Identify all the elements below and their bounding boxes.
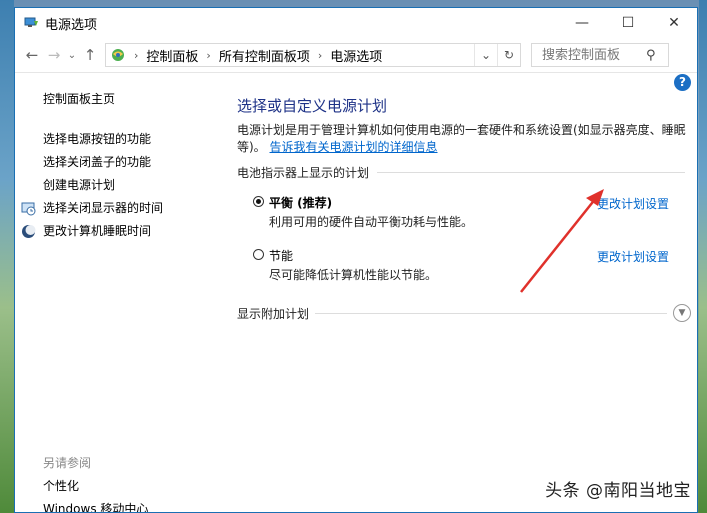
change-plan-settings-saver-link[interactable]: 更改计划设置 [597, 248, 669, 265]
additional-plans-label: 显示附加计划 [237, 306, 310, 321]
radio-balanced[interactable] [253, 196, 264, 207]
breadcrumb-control-panel[interactable]: 控制面板 [146, 46, 198, 65]
close-button[interactable]: ✕ [651, 8, 697, 38]
control-panel-home-link[interactable]: 控制面板主页 [43, 90, 115, 107]
sidebar-item-display-off[interactable]: 选择关闭显示器的时间 [21, 197, 164, 220]
main-content: 选择或自定义电源计划 电源计划是用于管理计算机如何使用电源的一套硬件和系统设置(… [237, 72, 697, 512]
group-header-label: 电池指示器上显示的计划 [237, 166, 370, 180]
power-options-window: 电源选项 — ☐ ✕ ← → ⌄ ↑ › 控制面板 › 所有控制面板项 › 电源… [14, 7, 698, 513]
sidebar-item-power-button[interactable]: 选择电源按钮的功能 [43, 128, 163, 151]
left-navigation-pane: 控制面板主页 选择电源按钮的功能 选择关闭盖子的功能 创建电源计划 选择关闭显示… [15, 72, 220, 512]
maximize-button[interactable]: ☐ [605, 8, 651, 38]
breadcrumb-separator-icon: › [206, 48, 211, 62]
moon-icon [21, 224, 36, 239]
divider [315, 312, 667, 314]
see-also-heading: 另请参阅 [43, 456, 92, 470]
plan-description: 利用可用的硬件自动平衡功耗与性能。 [269, 215, 474, 229]
page-description: 电源计划是用于管理计算机如何使用电源的一套硬件和系统设置(如显示器亮度、睡眠等)… [237, 122, 689, 156]
navigation-bar: ← → ⌄ ↑ › 控制面板 › 所有控制面板项 › 电源选项 ⌄ ↻ 搜索控制… [15, 38, 697, 73]
address-dropdown-icon[interactable]: ⌄ [474, 44, 497, 66]
desktop-background-right [699, 0, 707, 513]
power-options-icon [23, 15, 39, 31]
mobility-center-link[interactable]: Windows 移动中心 [43, 500, 148, 512]
title-bar: 电源选项 — ☐ ✕ [15, 8, 697, 38]
sidebar-item-create-plan[interactable]: 创建电源计划 [43, 174, 163, 197]
minimize-button[interactable]: — [559, 8, 605, 38]
plan-name[interactable]: 节能 [269, 247, 293, 264]
show-additional-plans[interactable]: 显示附加计划 ▼ [237, 304, 691, 322]
monitor-clock-icon [21, 201, 36, 216]
divider [377, 172, 685, 173]
sidebar-item-lid-close[interactable]: 选择关闭盖子的功能 [43, 151, 163, 174]
breadcrumb-power-options[interactable]: 电源选项 [330, 46, 382, 65]
refresh-icon[interactable]: ↻ [497, 44, 520, 66]
window-title: 电源选项 [45, 17, 98, 33]
sidebar-item-sleep-time[interactable]: 更改计算机睡眠时间 [22, 220, 163, 243]
search-icon[interactable]: ⚲ [646, 48, 656, 63]
recent-locations-chevron-icon[interactable]: ⌄ [65, 50, 79, 61]
breadcrumb-all-items[interactable]: 所有控制面板项 [219, 46, 310, 65]
personalization-link[interactable]: 个性化 [43, 477, 79, 494]
desktop-background-left [0, 0, 14, 513]
breadcrumb-separator-icon: › [317, 48, 323, 62]
sidebar-item-label: 选择关闭显示器的时间 [43, 201, 164, 215]
expand-chevron-icon[interactable]: ▼ [673, 304, 691, 322]
up-arrow-icon[interactable]: ↑ [79, 46, 101, 64]
search-input[interactable] [540, 46, 644, 64]
radio-power-saver[interactable] [253, 249, 264, 260]
watermark: 头条 @南阳当地宝 [545, 481, 691, 501]
sidebar-item-label: 更改计算机睡眠时间 [43, 224, 152, 238]
control-panel-icon [110, 47, 126, 63]
plan-name[interactable]: 平衡 (推荐) [269, 194, 332, 211]
page-title: 选择或自定义电源计划 [237, 97, 388, 115]
forward-arrow-icon[interactable]: → [43, 46, 65, 64]
learn-more-link[interactable]: 告诉我有关电源计划的详细信息 [270, 140, 438, 154]
breadcrumb-separator-icon: › [134, 48, 139, 62]
change-plan-settings-balanced-link[interactable]: 更改计划设置 [597, 195, 669, 212]
plan-description: 尽可能降低计算机性能以节能。 [269, 268, 438, 282]
search-box[interactable]: ⚲ [531, 43, 669, 67]
address-bar[interactable]: › 控制面板 › 所有控制面板项 › 电源选项 ⌄ ↻ [105, 43, 521, 67]
back-arrow-icon[interactable]: ← [21, 46, 43, 64]
plans-group-header: 电池指示器上显示的计划 [237, 164, 685, 181]
